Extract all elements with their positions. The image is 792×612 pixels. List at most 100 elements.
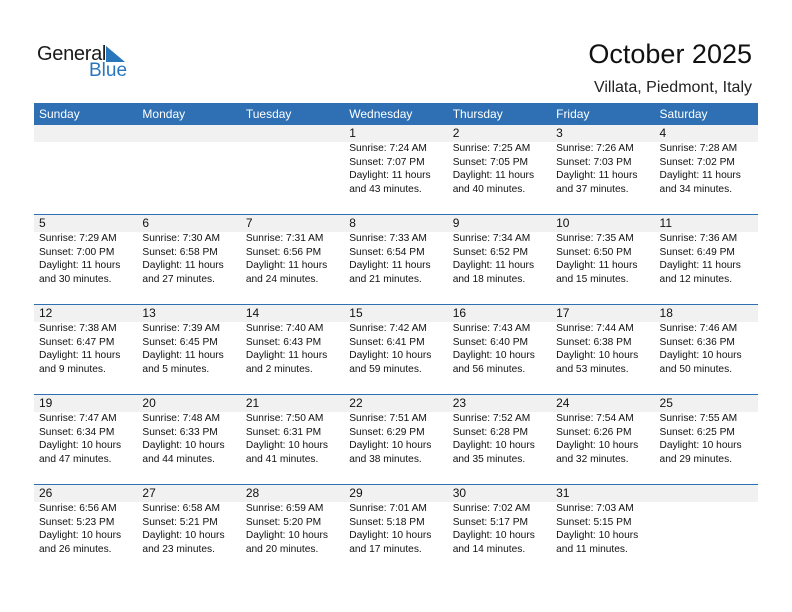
sunset-text: Sunset: 6:28 PM <box>452 426 529 438</box>
logo-text-blue: Blue <box>89 60 128 81</box>
daylight-text: Daylight: 11 hours <box>349 260 431 271</box>
day-cell: 17 Sunrise: 7:44 AM Sunset: 6:38 PM Dayligh… <box>551 305 654 393</box>
sunrise-text: Sunrise: 7:28 AM <box>659 143 738 154</box>
week-cells: 19 Sunrise: 7:47 AM Sunset: 6:34 PM Dayligh… <box>34 395 758 483</box>
day-cell: 31 Sunrise: 7:03 AM Sunset: 5:15 PM Dayligh… <box>551 485 654 573</box>
daylight-minutes-text: and 18 minutes. <box>452 273 526 285</box>
daylight-minutes-text: and 44 minutes. <box>142 453 215 465</box>
day-cell: 24 Sunrise: 7:54 AM Sunset: 6:26 PM Dayligh… <box>551 395 654 483</box>
sunrise-text: Sunrise: 7:01 AM <box>349 503 427 514</box>
day-cell: 11 Sunrise: 7:36 AM Sunset: 6:49 PM Dayligh… <box>655 215 758 303</box>
daylight-minutes-text: and 5 minutes. <box>142 363 210 375</box>
daylight-text: Daylight: 11 hours <box>39 260 121 271</box>
sunset-text: Sunset: 6:54 PM <box>349 246 425 258</box>
sunrise-text: Sunrise: 7:55 AM <box>659 413 738 424</box>
day-number: 8 <box>349 216 356 230</box>
sunrise-text: Sunrise: 7:42 AM <box>349 323 427 334</box>
sunrise-text: Sunrise: 7:38 AM <box>39 323 117 334</box>
sunrise-text: Sunrise: 6:58 AM <box>142 503 221 514</box>
logo: General Blue <box>37 43 137 83</box>
sunrise-text: Sunrise: 6:59 AM <box>245 503 324 514</box>
daylight-minutes-text: and 29 minutes. <box>659 453 733 465</box>
daylight-text: Daylight: 10 hours <box>556 530 639 541</box>
daylight-minutes-text: and 56 minutes. <box>452 363 526 375</box>
daylight-text: Daylight: 11 hours <box>452 260 535 271</box>
daylight-text: Daylight: 10 hours <box>452 350 535 361</box>
sunrise-text: Sunrise: 7:50 AM <box>245 413 324 424</box>
day-cell: 21 Sunrise: 7:50 AM Sunset: 6:31 PM Dayligh… <box>241 395 344 483</box>
calendar-week: 5 Sunrise: 7:29 AM Sunset: 7:00 PM Daylight… <box>34 214 758 304</box>
sunset-text: Sunset: 6:40 PM <box>452 336 529 348</box>
day-number: 12 <box>39 306 53 320</box>
daylight-text: Daylight: 11 hours <box>245 260 328 271</box>
sunset-text: Sunset: 5:17 PM <box>452 516 529 528</box>
sunset-text: Sunset: 5:23 PM <box>39 516 115 528</box>
location-subtitle: Villata, Piedmont, Italy <box>593 79 752 96</box>
daylight-minutes-text: and 43 minutes. <box>349 183 422 195</box>
day-cell: 23 Sunrise: 7:52 AM Sunset: 6:28 PM Dayligh… <box>448 395 551 483</box>
daylight-text: Daylight: 10 hours <box>245 440 328 451</box>
daylight-text: Daylight: 10 hours <box>39 440 122 451</box>
daylight-text: Daylight: 11 hours <box>659 260 741 271</box>
calendar-week: 19 Sunrise: 7:47 AM Sunset: 6:34 PM Dayligh… <box>34 394 758 484</box>
sunset-text: Sunset: 5:15 PM <box>556 516 632 528</box>
sunrise-text: Sunrise: 7:03 AM <box>556 503 634 514</box>
daylight-text: Daylight: 11 hours <box>142 350 224 361</box>
daylight-text: Daylight: 10 hours <box>349 530 432 541</box>
daylight-minutes-text: and 50 minutes. <box>659 363 733 375</box>
day-cell: 28 Sunrise: 6:59 AM Sunset: 5:20 PM Dayligh… <box>241 485 344 573</box>
day-number: 3 <box>556 126 563 140</box>
sunrise-text: Sunrise: 7:40 AM <box>245 323 324 334</box>
day-cell: 7 Sunrise: 7:31 AM Sunset: 6:56 PM Daylight… <box>241 215 344 303</box>
day-cell: 25 Sunrise: 7:55 AM Sunset: 6:25 PM Dayligh… <box>655 395 758 483</box>
day-cell: 14 Sunrise: 7:40 AM Sunset: 6:43 PM Dayligh… <box>241 305 344 393</box>
sunset-text: Sunset: 5:18 PM <box>349 516 425 528</box>
calendar-weeks: 1 Sunrise: 7:24 AM Sunset: 7:07 PM Daylight… <box>34 125 758 574</box>
sunset-text: Sunset: 6:52 PM <box>452 246 529 258</box>
day-number: 7 <box>245 216 253 230</box>
sunrise-text: Sunrise: 7:44 AM <box>556 323 634 334</box>
daylight-minutes-text: and 40 minutes. <box>452 183 526 195</box>
daylight-minutes-text: and 15 minutes. <box>556 273 629 285</box>
week-cells: 12 Sunrise: 7:38 AM Sunset: 6:47 PM Dayligh… <box>34 305 758 393</box>
sunset-text: Sunset: 6:41 PM <box>349 336 425 348</box>
sunrise-text: Sunrise: 7:51 AM <box>349 413 427 424</box>
day-cell: 26 Sunrise: 6:56 AM Sunset: 5:23 PM Dayligh… <box>34 485 137 573</box>
day-cell: 19 Sunrise: 7:47 AM Sunset: 6:34 PM Dayligh… <box>34 395 137 483</box>
day-cell: 5 Sunrise: 7:29 AM Sunset: 7:00 PM Daylight… <box>34 215 137 303</box>
sunset-text: Sunset: 7:02 PM <box>659 156 735 168</box>
day-number: 19 <box>39 396 53 410</box>
sunrise-text: Sunrise: 7:47 AM <box>39 413 117 424</box>
daylight-text: Daylight: 11 hours <box>349 170 431 181</box>
day-cell: 6 Sunrise: 7:30 AM Sunset: 6:58 PM Daylight… <box>137 215 240 303</box>
day-number: 22 <box>349 396 363 410</box>
sunset-text: Sunset: 6:43 PM <box>245 336 322 348</box>
day-number: 29 <box>349 486 363 500</box>
daylight-text: Daylight: 10 hours <box>556 440 639 451</box>
day-number: 1 <box>349 126 356 140</box>
day-number: 14 <box>245 306 260 320</box>
sunset-text: Sunset: 6:29 PM <box>349 426 425 438</box>
day-number: 18 <box>659 306 673 320</box>
day-cell: 30 Sunrise: 7:02 AM Sunset: 5:17 PM Dayligh… <box>448 485 551 573</box>
daylight-text: Daylight: 11 hours <box>142 260 224 271</box>
week-cells: 1 Sunrise: 7:24 AM Sunset: 7:07 PM Daylight… <box>34 125 758 213</box>
week-cells: 26 Sunrise: 6:56 AM Sunset: 5:23 PM Dayligh… <box>34 485 758 573</box>
day-number: 31 <box>556 486 570 500</box>
daylight-minutes-text: and 12 minutes. <box>659 273 733 285</box>
daylight-minutes-text: and 26 minutes. <box>39 543 112 555</box>
daylight-text: Daylight: 11 hours <box>452 170 535 181</box>
daylight-text: Daylight: 11 hours <box>556 170 638 181</box>
daylight-minutes-text: and 59 minutes. <box>349 363 422 375</box>
sunset-text: Sunset: 6:31 PM <box>245 426 322 438</box>
sunset-text: Sunset: 7:05 PM <box>452 156 529 168</box>
sunrise-text: Sunrise: 6:56 AM <box>39 503 117 514</box>
sunrise-text: Sunrise: 7:54 AM <box>556 413 634 424</box>
sunrise-text: Sunrise: 7:30 AM <box>142 233 221 244</box>
day-cell: 10 Sunrise: 7:35 AM Sunset: 6:50 PM Dayligh… <box>551 215 654 303</box>
day-number: 25 <box>659 396 673 410</box>
daylight-minutes-text: and 11 minutes. <box>556 543 628 555</box>
week-cells: 5 Sunrise: 7:29 AM Sunset: 7:00 PM Daylight… <box>34 215 758 303</box>
day-cell: 27 Sunrise: 6:58 AM Sunset: 5:21 PM Dayligh… <box>137 485 240 573</box>
day-cell: 12 Sunrise: 7:38 AM Sunset: 6:47 PM Dayligh… <box>34 305 137 393</box>
